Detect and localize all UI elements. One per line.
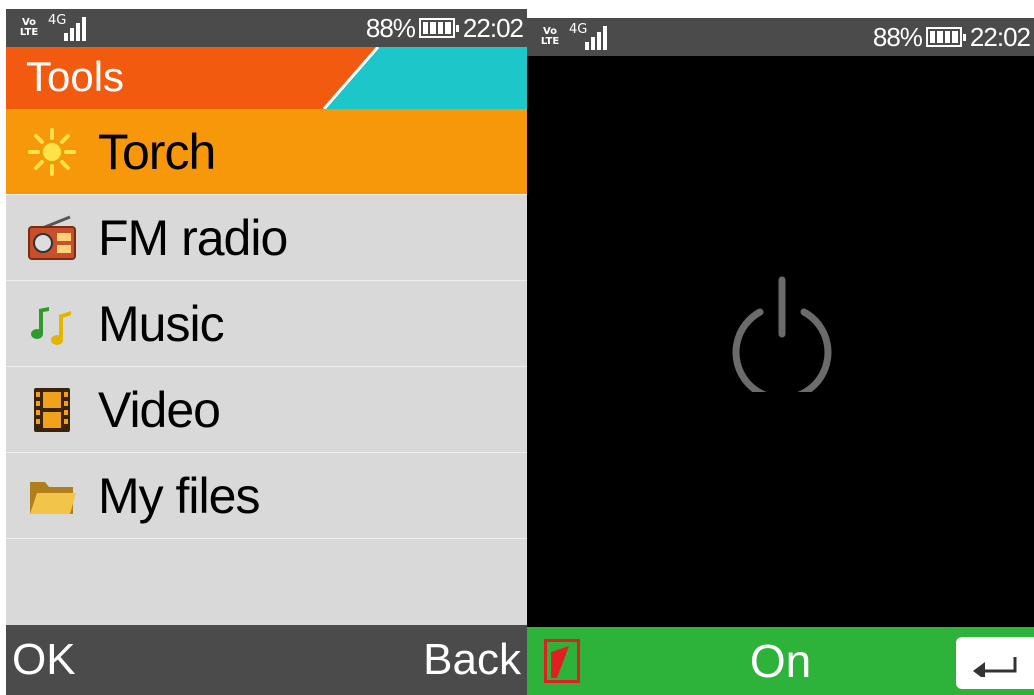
- battery-percent: 88%: [365, 12, 416, 43]
- volte-indicator: Vo LTE: [19, 17, 39, 38]
- menu-item-label: Music: [98, 295, 225, 352]
- ok-softkey[interactable]: OK: [6, 635, 82, 685]
- softkey-bar: OK Back: [6, 625, 527, 695]
- battery-icon: [418, 18, 459, 38]
- signal-icon: 4G: [569, 22, 607, 50]
- torch-softkey-bar: On: [527, 627, 1034, 695]
- battery-percent: 88%: [872, 21, 923, 52]
- folder-icon: [24, 468, 80, 524]
- status-bar: Vo LTE 4G 88% 22:02: [6, 9, 527, 47]
- menu-item-label: My files: [98, 467, 260, 524]
- radio-icon: [24, 210, 80, 266]
- menu-item-label: Torch: [98, 123, 216, 180]
- volte-indicator: Vo LTE: [540, 26, 560, 47]
- menu-item-video[interactable]: Video: [6, 367, 527, 453]
- return-arrow-icon[interactable]: [956, 637, 1034, 689]
- menu-item-music[interactable]: Music: [6, 281, 527, 367]
- page-title: Tools: [26, 53, 125, 100]
- signal-icon: 4G: [48, 13, 86, 41]
- torch-screen: Vo LTE 4G 88% 22:02 On: [527, 18, 1034, 695]
- menu-item-torch[interactable]: Torch: [6, 109, 527, 195]
- menu-item-my-files[interactable]: My files: [6, 453, 527, 539]
- menu-item-label: Video: [98, 381, 221, 438]
- status-bar: Vo LTE 4G 88% 22:02: [527, 18, 1034, 56]
- film-icon: [24, 382, 80, 438]
- sun-icon: [24, 124, 80, 180]
- power-icon[interactable]: [727, 272, 837, 392]
- battery-icon: [925, 27, 966, 47]
- clock: 22:02: [462, 12, 524, 43]
- clock: 22:02: [969, 21, 1031, 52]
- torch-display: [527, 56, 1034, 625]
- music-notes-icon: [24, 296, 80, 352]
- menu-item-fm-radio[interactable]: FM radio: [6, 195, 527, 281]
- title-bar: Tools: [6, 47, 527, 109]
- menu-item-label: FM radio: [98, 209, 288, 266]
- tools-screen: Vo LTE 4G 88% 22:02 Tools Torch FM radio…: [6, 9, 527, 695]
- tools-menu: Torch FM radio Music Video My files: [6, 109, 527, 539]
- back-softkey[interactable]: Back: [417, 635, 527, 685]
